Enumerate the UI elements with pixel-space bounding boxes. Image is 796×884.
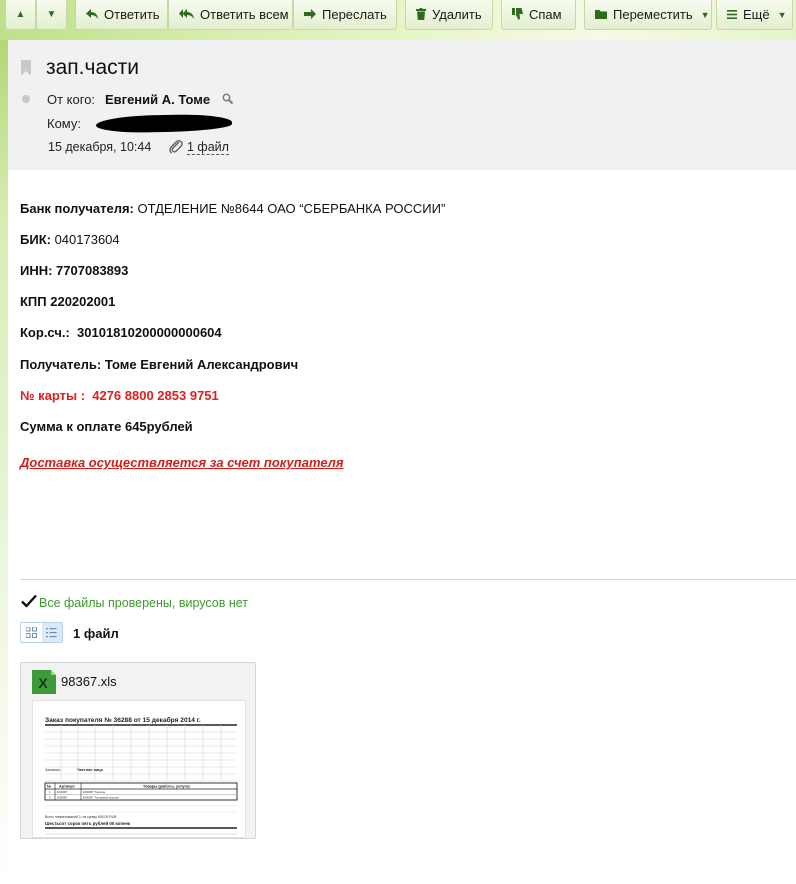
spam-button[interactable]: Спам xyxy=(501,0,576,30)
list-icon xyxy=(46,628,57,638)
search-icon[interactable] xyxy=(222,93,234,105)
arrow-up-icon: ▲ xyxy=(15,8,26,20)
inn-line: ИНН: 7707083893 xyxy=(20,263,129,278)
list-view-button[interactable] xyxy=(41,623,62,642)
excel-file-icon: X xyxy=(32,670,56,694)
folder-icon xyxy=(595,8,607,21)
recipient-line: Получатель: Томе Евгений Александрович xyxy=(20,357,299,372)
bookmark-icon[interactable] xyxy=(21,60,31,76)
previous-message-button[interactable]: ▲ xyxy=(5,0,36,30)
amount-line: Сумма к оплате 645рублей xyxy=(20,419,193,434)
message-header: зап.части От кого: Евгений А. Томе Кому:… xyxy=(8,40,796,170)
preview-col-goods: Товары (работы, услуги) xyxy=(143,785,190,789)
to-label: Кому: xyxy=(47,116,81,131)
svg-text:ENR087: ENR087 xyxy=(57,790,68,794)
thumbs-down-icon xyxy=(512,7,523,22)
arrow-down-icon: ▼ xyxy=(46,8,57,20)
more-label: Ещё xyxy=(743,7,770,22)
forward-icon xyxy=(304,8,316,21)
message-subject: зап.части xyxy=(46,56,139,79)
read-status-icon[interactable] xyxy=(22,95,30,103)
chevron-down-icon: ▼ xyxy=(700,9,710,20)
bank-line: Банк получателя: ОТДЕЛЕНИЕ №8644 ОАО “СБ… xyxy=(20,201,445,216)
svg-text:ENR087: ENR087 xyxy=(57,796,68,800)
correspondent-account-line: Кор.сч.: 30101810200000000604 xyxy=(20,325,222,340)
move-button[interactable]: Переместить ▼ xyxy=(584,0,712,30)
card-number-line: № карты : 4276 8800 2853 9751 xyxy=(20,388,219,403)
move-label: Переместить xyxy=(613,7,693,22)
attachment-filename[interactable]: 98367.xls xyxy=(61,674,117,689)
grid-icon xyxy=(25,627,37,638)
message-date: 15 декабря, 10:44 xyxy=(48,140,152,154)
divider xyxy=(20,579,796,580)
preview-title: Заказ покупателя № 36288 от 15 декабря 2… xyxy=(45,716,201,724)
delete-button[interactable]: Удалить xyxy=(405,0,493,30)
forward-button[interactable]: Переслать xyxy=(293,0,397,30)
reply-label: Ответить xyxy=(104,7,160,22)
preview-col-number: № xyxy=(47,785,51,789)
bank-value: ОТДЕЛЕНИЕ №8644 ОАО “СБЕРБАНКА РОССИИ” xyxy=(133,201,446,216)
preview-amount-words: Шестьсот сорок пять рублей 00 копеек xyxy=(45,821,131,826)
sender-name[interactable]: Евгений А. Томе xyxy=(105,92,210,107)
svg-text:X: X xyxy=(38,675,48,691)
delivery-note: Доставка осуществляется за счет покупате… xyxy=(20,455,344,470)
kpp-line: КПП 220202001 xyxy=(20,294,116,309)
preview-buyer-label: Заказчик: xyxy=(45,768,61,772)
grid-view-button[interactable] xyxy=(21,623,42,642)
spam-label: Спам xyxy=(529,7,562,22)
svg-text:1: 1 xyxy=(49,790,51,794)
delete-label: Удалить xyxy=(432,7,482,22)
checkmark-icon xyxy=(21,594,37,608)
svg-text:2: 2 xyxy=(49,796,51,800)
recipient-redaction xyxy=(95,113,233,134)
preview-col-article: Артикул xyxy=(59,785,75,789)
bik-line: БИК: 040173604 xyxy=(20,232,120,247)
reply-all-button[interactable]: Ответить всем xyxy=(168,0,293,30)
next-message-button[interactable]: ▼ xyxy=(36,0,67,30)
virus-check-status: Все файлы проверены, вирусов нет xyxy=(39,596,249,610)
reply-button[interactable]: Ответить xyxy=(75,0,168,30)
attachments-count: 1 файл xyxy=(73,626,119,641)
preview-total: Всего наименований 2, на сумму 645,00 RU… xyxy=(45,815,117,819)
message-toolbar: ▲ ▼ Ответить Ответить всем Переслать Уда… xyxy=(0,0,796,40)
attachments-link[interactable]: 1 файл xyxy=(187,140,229,155)
forward-label: Переслать xyxy=(322,7,387,22)
paperclip-icon xyxy=(169,140,183,154)
chevron-down-icon: ▼ xyxy=(777,9,787,20)
bank-label: Банк получателя: xyxy=(20,201,134,216)
trash-icon xyxy=(416,7,426,22)
preview-row-2: ENR087 Топливный фильтр xyxy=(83,796,119,800)
background-decoration xyxy=(0,0,8,884)
reply-icon xyxy=(86,8,98,21)
reply-all-icon xyxy=(179,8,194,21)
attachment-preview[interactable]: Заказ покупателя № 36288 от 15 декабря 2… xyxy=(32,700,246,838)
spreadsheet-preview-image: Заказ покупателя № 36288 от 15 декабря 2… xyxy=(44,716,238,835)
from-label: От кого: xyxy=(47,92,96,107)
attachments-view-toggle xyxy=(20,622,63,643)
reply-all-label: Ответить всем xyxy=(200,7,289,22)
more-button[interactable]: Ещё ▼ xyxy=(716,0,793,30)
preview-row-1: ENR087 Тормозн. xyxy=(83,790,106,794)
bik-label: БИК: xyxy=(20,232,51,247)
menu-icon xyxy=(727,8,737,21)
attachment-card[interactable]: X 98367.xls Заказ покупателя № 36288 от … xyxy=(20,662,256,839)
preview-buyer-value: Частное лицо xyxy=(77,768,104,772)
bik-value: 040173604 xyxy=(50,232,120,247)
